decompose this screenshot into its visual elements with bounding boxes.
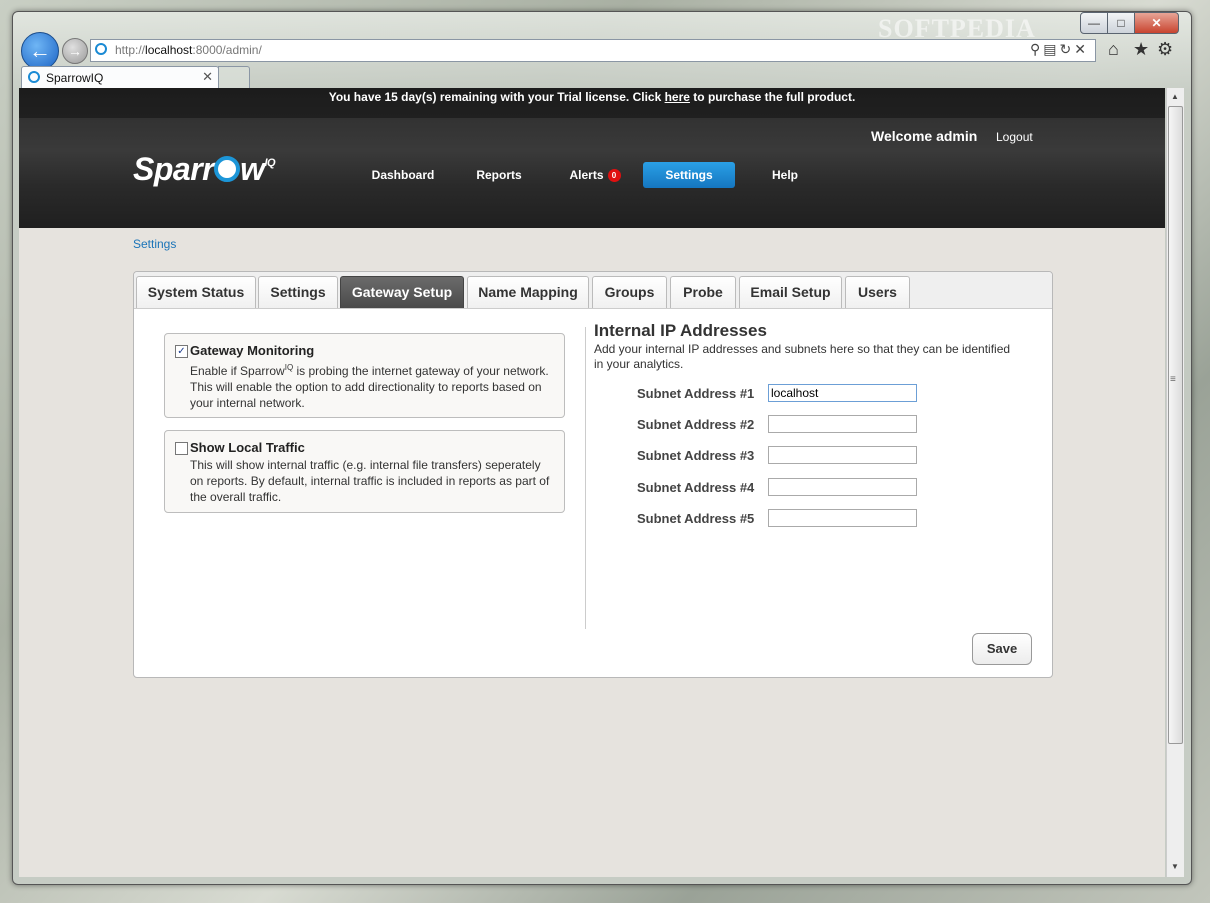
tab-email-setup[interactable]: Email Setup: [739, 276, 842, 308]
trial-purchase-link[interactable]: here: [665, 90, 690, 104]
nav-dashboard[interactable]: Dashboard: [363, 162, 443, 188]
scroll-down-icon[interactable]: ▼: [1171, 862, 1179, 871]
scrollbar-thumb[interactable]: [1168, 106, 1183, 744]
subnet-input-1[interactable]: [768, 384, 917, 402]
internal-ip-desc: Add your internal IP addresses and subne…: [594, 342, 1011, 371]
tab-favicon-icon: [28, 71, 40, 83]
url-host: localhost: [145, 43, 193, 57]
show-local-traffic-desc: This will show internal traffic (e.g. in…: [190, 458, 550, 504]
logo-text-a: Sparr: [133, 151, 215, 187]
show-local-traffic-title: Show Local Traffic: [190, 440, 305, 455]
subnet-label-4: Subnet Address #4: [637, 480, 755, 495]
close-tab-icon[interactable]: ✕: [202, 69, 213, 85]
minimize-button[interactable]: —: [1080, 12, 1108, 34]
close-window-button[interactable]: ✕: [1134, 12, 1179, 34]
subnet-input-5[interactable]: [768, 509, 917, 527]
breadcrumb[interactable]: Settings: [133, 237, 176, 251]
logo-text-b: w: [240, 151, 265, 187]
trial-text-end: to purchase the full product.: [689, 90, 856, 104]
page-viewport: You have 15 day(s) remaining with your T…: [19, 88, 1165, 877]
tools-gear-icon[interactable]: ⚙: [1157, 39, 1173, 60]
search-icon[interactable]: ⚲: [1030, 41, 1043, 57]
subnet-input-2[interactable]: [768, 415, 917, 433]
logo-superscript: IQ: [264, 157, 276, 169]
url-path: :8000/admin/: [192, 43, 262, 57]
subnet-input-3[interactable]: [768, 446, 917, 464]
logo-o-icon: [214, 156, 241, 182]
gateway-monitoring-checkbox[interactable]: ✓: [175, 345, 188, 358]
tab-probe[interactable]: Probe: [670, 276, 736, 308]
gateway-monitoring-option: ✓ Gateway Monitoring Enable if SparrowIQ…: [164, 333, 565, 418]
gateway-desc-a: Enable if Sparrow: [190, 364, 285, 378]
address-url: http://localhost:8000/admin/: [115, 43, 262, 57]
browser-tab[interactable]: SparrowIQ ✕: [21, 66, 219, 88]
refresh-icon[interactable]: ↻: [1060, 41, 1075, 57]
nav-settings[interactable]: Settings: [643, 162, 735, 188]
forward-arrow-icon: →: [68, 43, 82, 59]
back-arrow-icon: ←: [29, 38, 51, 63]
settings-panel: System Status Settings Gateway Setup Nam…: [133, 271, 1053, 678]
back-button[interactable]: ←: [21, 32, 59, 70]
subnet-label-1: Subnet Address #1: [637, 386, 755, 401]
tab-name-mapping[interactable]: Name Mapping: [467, 276, 589, 308]
show-local-traffic-checkbox[interactable]: [175, 442, 188, 455]
trial-banner: You have 15 day(s) remaining with your T…: [19, 88, 1165, 118]
alerts-count-badge: 0: [607, 169, 621, 182]
nav-alerts-label: Alerts: [569, 168, 604, 182]
welcome-text: Welcome admin: [871, 128, 978, 144]
home-icon[interactable]: ⌂: [1108, 39, 1119, 60]
site-header: You have 15 day(s) remaining with your T…: [19, 88, 1165, 228]
new-tab-button[interactable]: [218, 66, 250, 88]
gateway-desc-sup: IQ: [284, 363, 294, 372]
gateway-monitoring-title: Gateway Monitoring: [190, 343, 315, 358]
address-bar[interactable]: http://localhost:8000/admin/ ⚲▤↻✕: [90, 39, 1096, 62]
subnet-label-3: Subnet Address #3: [637, 448, 755, 463]
scrollbar-grip-icon: ≡: [1170, 374, 1176, 385]
show-local-traffic-option: Show Local Traffic This will show intern…: [164, 430, 565, 513]
forward-button[interactable]: →: [62, 38, 88, 64]
tab-system-status[interactable]: System Status: [136, 276, 256, 308]
browser-tab-title: SparrowIQ: [46, 71, 104, 85]
favorites-star-icon[interactable]: ★: [1133, 39, 1149, 60]
nav-alerts[interactable]: Alerts 0: [555, 162, 635, 188]
url-scheme: http://: [115, 43, 146, 57]
trial-text: You have 15 day(s) remaining with your T…: [328, 90, 665, 104]
sparrowiq-logo[interactable]: Sparr wIQ: [133, 151, 276, 188]
tab-groups[interactable]: Groups: [592, 276, 667, 308]
tab-gateway-setup[interactable]: Gateway Setup: [340, 276, 464, 308]
nav-reports[interactable]: Reports: [459, 162, 539, 188]
subnet-label-5: Subnet Address #5: [637, 511, 755, 526]
scroll-up-icon[interactable]: ▲: [1171, 92, 1179, 101]
logout-link[interactable]: Logout: [996, 130, 1033, 144]
nav-help[interactable]: Help: [745, 162, 825, 188]
address-tools: ⚲▤↻✕: [1030, 41, 1089, 58]
maximize-button[interactable]: □: [1107, 12, 1135, 34]
tab-settings[interactable]: Settings: [258, 276, 338, 308]
subnet-label-2: Subnet Address #2: [637, 417, 755, 432]
vertical-scrollbar[interactable]: ▲ ≡ ▼: [1166, 88, 1184, 877]
gateway-monitoring-desc: Enable if SparrowIQ is probing the inter…: [190, 360, 555, 411]
stop-icon[interactable]: ✕: [1074, 41, 1089, 57]
settings-tab-bar: System Status Settings Gateway Setup Nam…: [134, 272, 1052, 309]
tab-users[interactable]: Users: [845, 276, 910, 308]
compat-icon[interactable]: ▤: [1043, 41, 1059, 57]
site-favicon-icon: [95, 43, 107, 55]
internal-ip-title: Internal IP Addresses: [594, 321, 767, 340]
save-button[interactable]: Save: [972, 633, 1032, 665]
subnet-input-4[interactable]: [768, 478, 917, 496]
column-divider: [585, 327, 586, 629]
